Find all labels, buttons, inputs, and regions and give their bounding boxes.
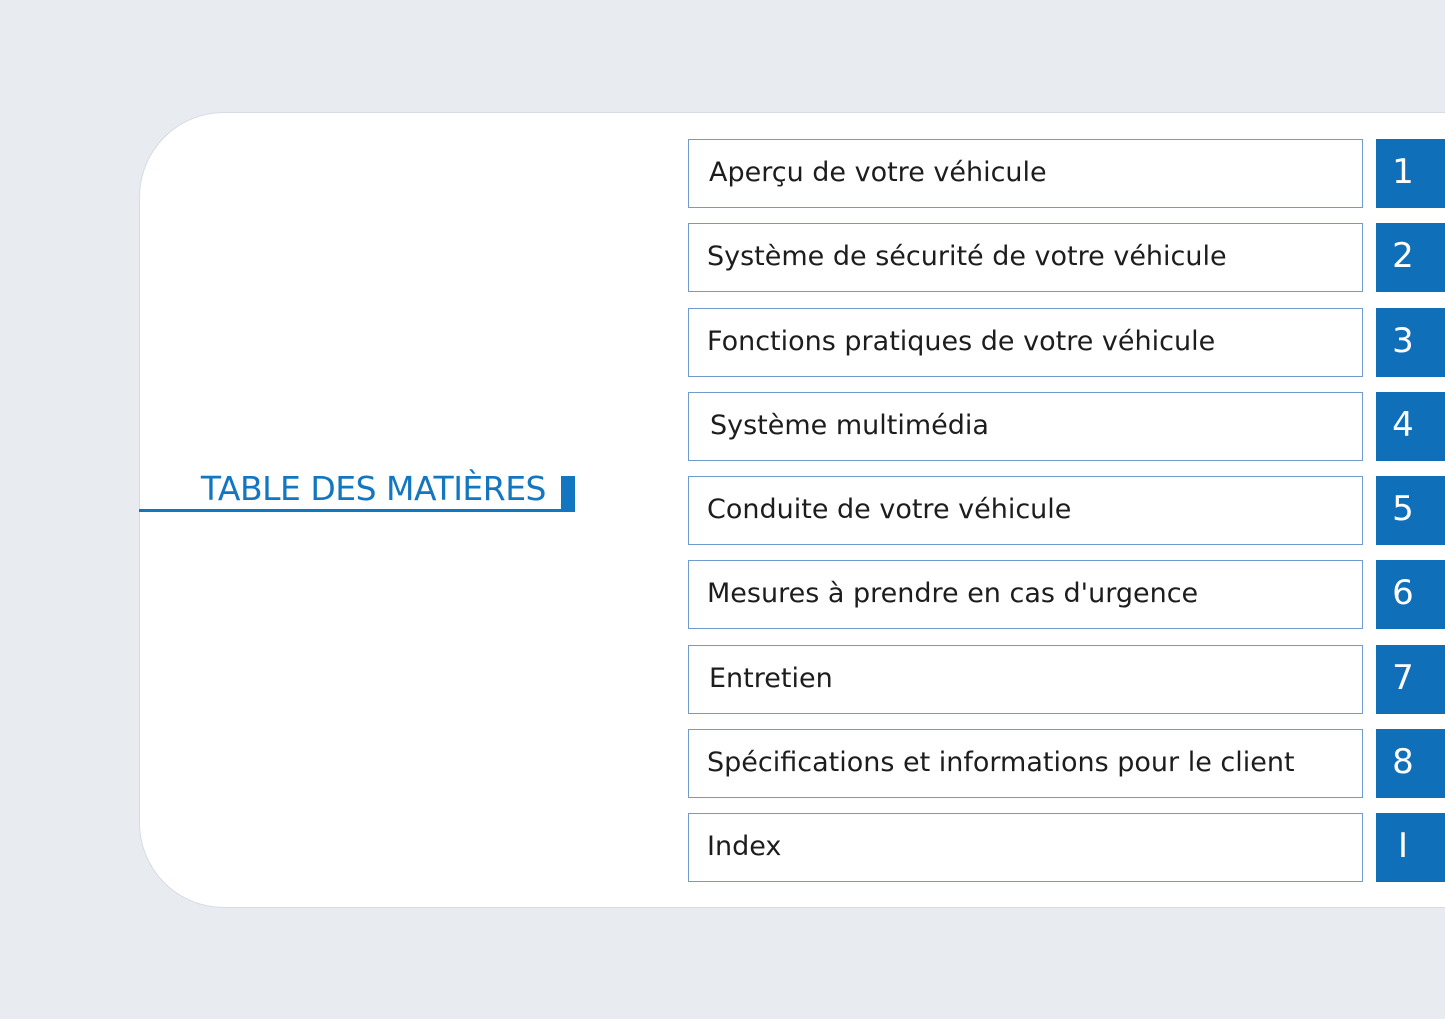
chapter-tab[interactable]: 2	[1376, 223, 1445, 292]
chapter-link[interactable]: Système multimédia	[688, 392, 1363, 461]
chapter-row[interactable]: Conduite de votre véhicule 5	[688, 476, 1445, 545]
chapter-row[interactable]: Mesures à prendre en cas d'urgence 6	[688, 560, 1445, 629]
chapter-number: I	[1397, 826, 1409, 866]
chapter-tab[interactable]: 7	[1376, 645, 1445, 714]
chapter-row[interactable]: Système multimédia 4	[688, 392, 1445, 461]
chapter-row[interactable]: Fonctions pratiques de votre véhicule 3	[688, 308, 1445, 377]
chapter-link[interactable]: Système de sécurité de votre véhicule	[688, 223, 1363, 292]
chapter-tab[interactable]: 3	[1376, 308, 1445, 377]
title-marker	[561, 476, 575, 512]
chapter-link[interactable]: Entretien	[688, 645, 1363, 714]
page-title: TABLE DES MATIÈRES	[200, 469, 547, 508]
chapter-number: 3	[1392, 321, 1414, 361]
chapter-tab[interactable]: 6	[1376, 560, 1445, 629]
chapter-tab[interactable]: I	[1376, 813, 1445, 882]
chapter-label: Système multimédia	[710, 410, 989, 441]
chapter-row[interactable]: Aperçu de votre véhicule 1	[688, 139, 1445, 208]
chapter-link[interactable]: Index	[688, 813, 1363, 882]
chapter-number: 6	[1392, 573, 1414, 613]
chapter-label: Entretien	[709, 663, 833, 694]
chapter-number: 4	[1392, 405, 1414, 445]
chapter-row[interactable]: Index I	[688, 813, 1445, 882]
chapter-label: Index	[707, 831, 782, 862]
chapter-row[interactable]: Entretien 7	[688, 645, 1445, 714]
chapter-number: 7	[1392, 658, 1414, 698]
chapter-link[interactable]: Spécifications et informations pour le c…	[688, 729, 1363, 798]
title-underline	[139, 509, 575, 512]
chapter-number: 2	[1392, 236, 1414, 276]
chapter-number: 1	[1392, 152, 1414, 192]
chapter-label: Conduite de votre véhicule	[707, 494, 1072, 525]
chapter-label: Système de sécurité de votre véhicule	[707, 241, 1227, 272]
chapter-link[interactable]: Fonctions pratiques de votre véhicule	[688, 308, 1363, 377]
chapter-tab[interactable]: 4	[1376, 392, 1445, 461]
chapter-number: 8	[1392, 742, 1414, 782]
chapter-label: Aperçu de votre véhicule	[709, 157, 1047, 188]
chapter-label: Mesures à prendre en cas d'urgence	[707, 578, 1199, 609]
chapter-link[interactable]: Aperçu de votre véhicule	[688, 139, 1363, 208]
chapter-label: Fonctions pratiques de votre véhicule	[707, 326, 1216, 357]
chapter-number: 5	[1392, 489, 1414, 529]
chapter-link[interactable]: Mesures à prendre en cas d'urgence	[688, 560, 1363, 629]
chapter-row[interactable]: Système de sécurité de votre véhicule 2	[688, 223, 1445, 292]
chapter-row[interactable]: Spécifications et informations pour le c…	[688, 729, 1445, 798]
chapter-label: Spécifications et informations pour le c…	[707, 747, 1295, 778]
toc-heading: TABLE DES MATIÈRES	[139, 470, 575, 512]
chapter-tab[interactable]: 5	[1376, 476, 1445, 545]
chapter-link[interactable]: Conduite de votre véhicule	[688, 476, 1363, 545]
chapter-tab[interactable]: 8	[1376, 729, 1445, 798]
chapter-tab[interactable]: 1	[1376, 139, 1445, 208]
